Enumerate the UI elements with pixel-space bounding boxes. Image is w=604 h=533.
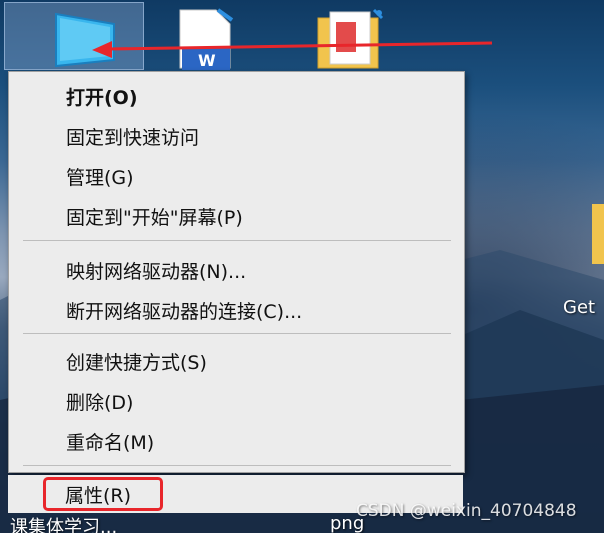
menu-item-disconnect-network-drive[interactable]: 断开网络驱动器的连接(C)...	[9, 292, 464, 328]
menu-separator	[23, 465, 451, 466]
menu-item-create-shortcut[interactable]: 创建快捷方式(S)	[9, 343, 464, 379]
menu-item-pin-start[interactable]: 固定到"开始"屏幕(P)	[9, 198, 464, 234]
menu-item-delete[interactable]: 删除(D)	[9, 383, 464, 419]
properties-highlight-box	[43, 477, 163, 511]
watermark: CSDN @weixin_40704848	[356, 501, 577, 521]
right-folder-icon[interactable]	[590, 200, 604, 270]
menu-item-open[interactable]: 打开(O)	[9, 78, 464, 114]
context-menu: 打开(O) 固定到快速访问 管理(G) 固定到"开始"屏幕(P) 映射网络驱动器…	[8, 71, 465, 473]
menu-separator	[23, 333, 451, 334]
menu-item-rename[interactable]: 重命名(M)	[9, 423, 464, 459]
desktop-label-this-pc: 课集体学习...	[10, 517, 118, 533]
desktop: W Get 打开(O) 固定到快速访问 管理(G) 固定到"开始"屏幕(P) 映…	[0, 0, 604, 533]
red-arrow-annotation	[92, 41, 493, 58]
desktop-label-get: Get	[563, 297, 596, 318]
menu-item-manage[interactable]: 管理(G)	[9, 158, 464, 194]
menu-separator	[23, 240, 451, 241]
menu-item-map-network-drive[interactable]: 映射网络驱动器(N)...	[9, 252, 464, 288]
menu-item-pin-quick-access[interactable]: 固定到快速访问	[9, 118, 464, 154]
